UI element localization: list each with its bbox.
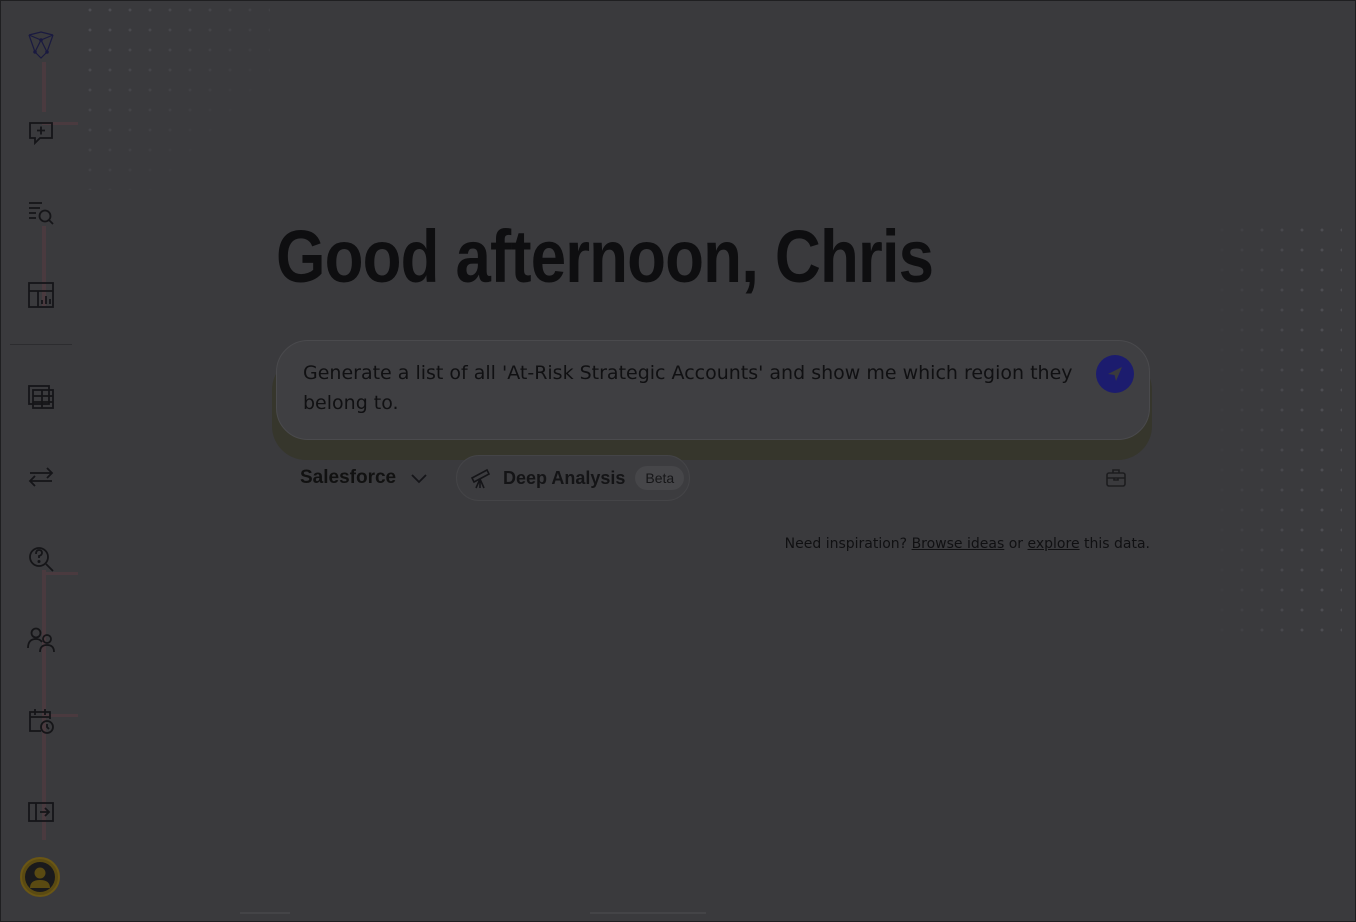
decorative-dots [80,0,270,190]
chevron-down-icon [411,474,427,484]
sidebar-divider [10,344,72,345]
dashboard-icon[interactable] [24,278,58,312]
telescope-icon [470,468,491,489]
inspiration-text: Need inspiration? Browse ideas or explor… [785,536,1150,552]
decorative-line [590,912,706,914]
prompt-input[interactable]: Generate a list of all 'At-Risk Strategi… [303,358,1073,418]
users-icon[interactable] [24,622,58,656]
user-avatar-icon [25,862,55,892]
decorative-dots [1192,220,1342,640]
explore-link[interactable]: explore [1028,536,1080,552]
deep-analysis-label: Deep Analysis [503,467,626,488]
data-table-icon[interactable] [24,380,58,414]
user-avatar[interactable] [20,857,60,897]
expand-sidebar-icon[interactable] [24,795,58,829]
new-chat-icon[interactable] [24,116,58,150]
transfer-arrows-icon[interactable] [24,460,58,494]
data-source-label: Salesforce [300,467,397,488]
sidebar [0,0,80,922]
send-icon [1108,367,1122,381]
search-list-icon[interactable] [24,196,58,230]
toolbox-icon[interactable] [1104,466,1128,490]
browse-ideas-link[interactable]: Browse ideas [912,536,1005,552]
beta-badge: Beta [635,466,685,490]
app-logo-icon[interactable] [24,28,58,62]
deep-analysis-toggle[interactable]: Deep Analysis Beta [456,455,690,501]
greeting-heading: Good afternoon, Chris [276,215,934,298]
inspiration-or: or [1008,536,1024,552]
sidebar-decoration [42,62,46,112]
inspiration-prefix: Need inspiration? [784,536,908,552]
send-button[interactable] [1096,355,1134,393]
question-search-icon[interactable] [24,541,58,575]
schedule-icon[interactable] [24,704,58,738]
inspiration-suffix: this data. [1084,536,1150,552]
decorative-line [240,912,290,914]
data-source-dropdown[interactable]: Salesforce [300,464,428,492]
